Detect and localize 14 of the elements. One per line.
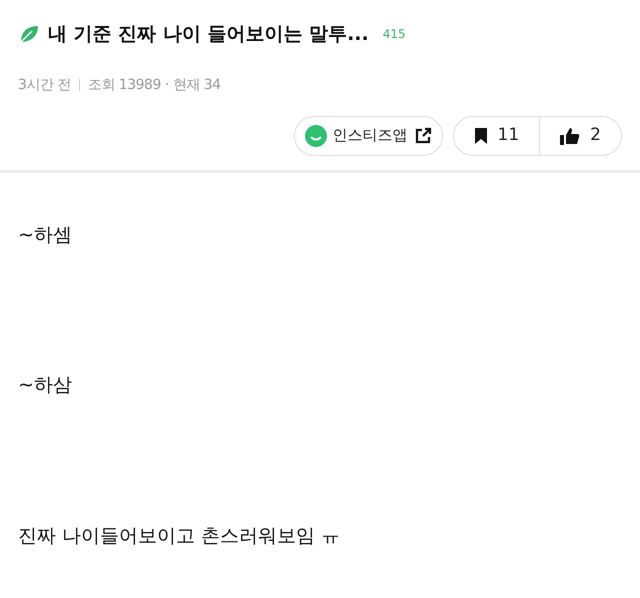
thumbs-up-icon bbox=[560, 126, 580, 144]
bookmark-button[interactable]: 11 bbox=[454, 116, 540, 154]
like-button[interactable]: 2 bbox=[540, 116, 621, 154]
bookmark-icon bbox=[474, 126, 488, 144]
current-viewers: · 현재 34 bbox=[164, 76, 221, 94]
view-count: 조회 13989 bbox=[88, 76, 161, 94]
smiley-icon bbox=[304, 124, 327, 146]
app-link-button[interactable]: 인스티즈앱 bbox=[294, 116, 443, 156]
body-line: ~하셈 bbox=[18, 222, 73, 248]
body-line: 진짜 나이들어보이고 촌스러워보임 ㅠ bbox=[18, 524, 342, 548]
post-time: 3시간 전 bbox=[18, 76, 71, 94]
post-title: 내 기준 진짜 나이 들어보이는 말투... bbox=[48, 22, 369, 47]
external-link-icon bbox=[414, 126, 432, 144]
body-line: ~하삼 bbox=[18, 373, 73, 398]
